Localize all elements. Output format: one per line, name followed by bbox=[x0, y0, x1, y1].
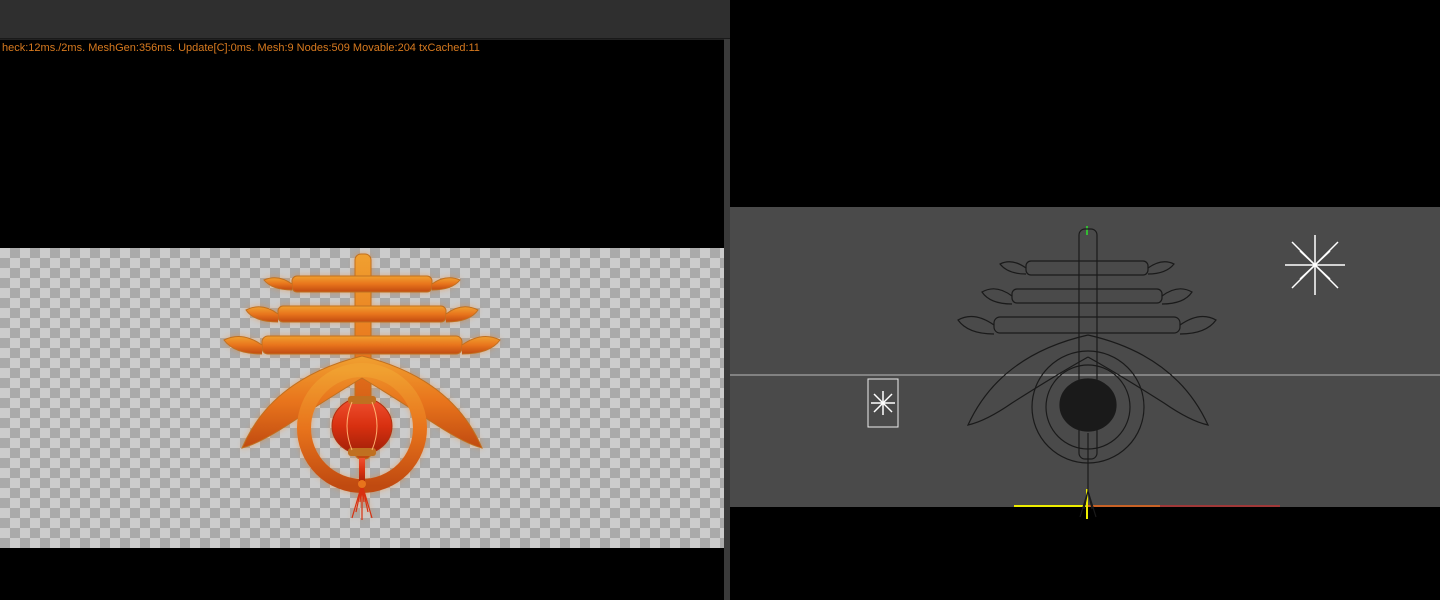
chun-ornament-svg bbox=[202, 248, 522, 548]
alpha-checker-background bbox=[0, 248, 724, 548]
light-gizmo-left bbox=[868, 379, 898, 427]
scene-viewport[interactable] bbox=[730, 0, 1440, 600]
left-pane: Chn: PT ▼ heck:12ms./2ms. MeshGen:356ms.… bbox=[0, 0, 724, 600]
render-viewport[interactable] bbox=[0, 60, 724, 600]
app-root: Chn: PT ▼ heck:12ms./2ms. MeshGen:356ms.… bbox=[0, 0, 1440, 600]
rendered-object bbox=[202, 248, 522, 548]
status-bar: heck:12ms./2ms. MeshGen:356ms. Update[C]… bbox=[0, 39, 724, 60]
axis-gizmo bbox=[1014, 226, 1280, 519]
chun-wireframe bbox=[958, 229, 1216, 517]
right-pane bbox=[730, 0, 1440, 600]
light-gizmo-right bbox=[1285, 235, 1345, 295]
wireframe-overlay bbox=[730, 0, 1440, 600]
